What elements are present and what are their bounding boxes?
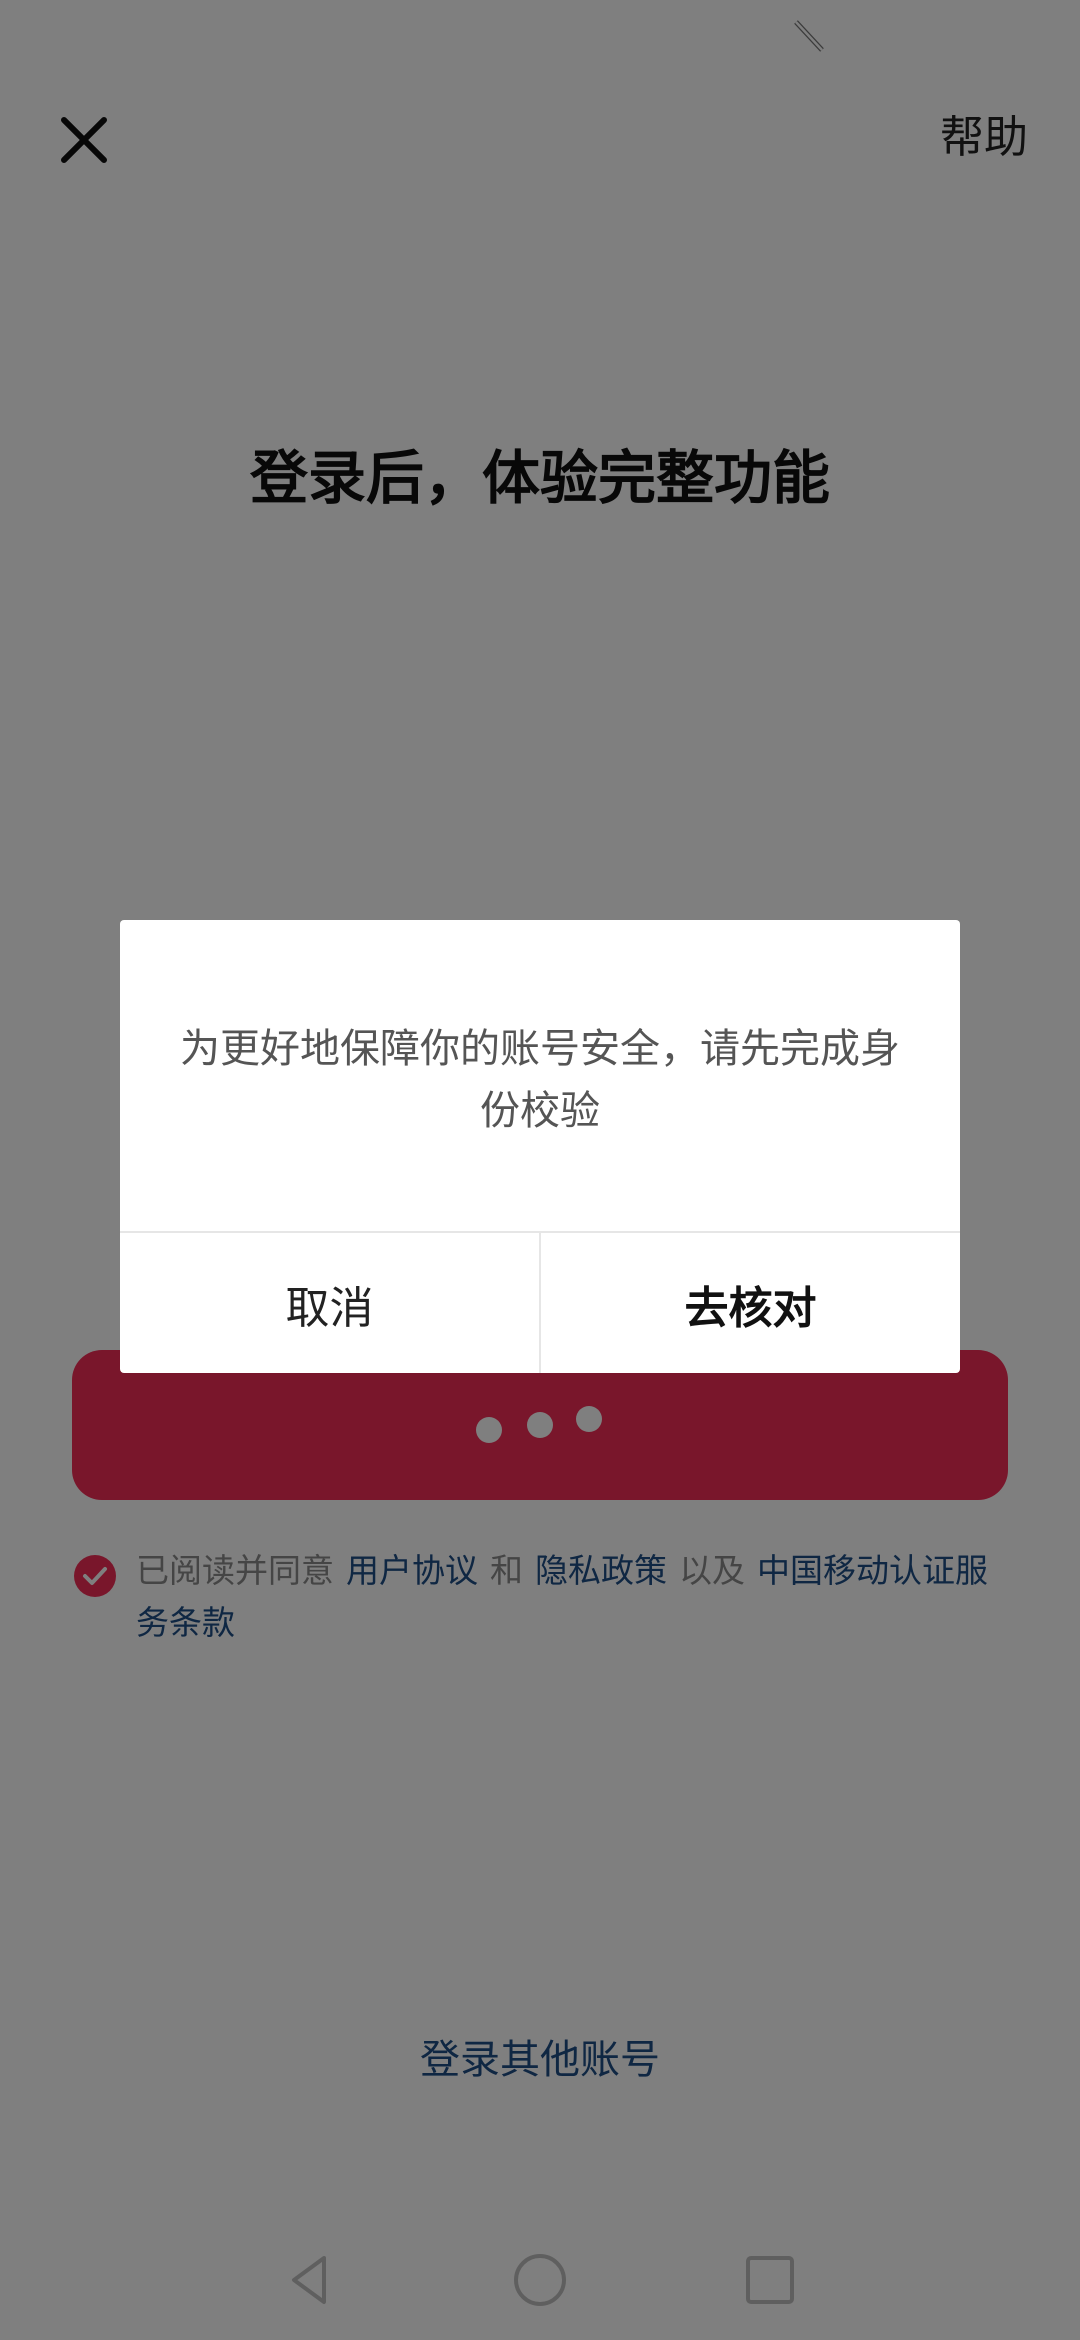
cancel-button[interactable]: 取消 [120, 1233, 539, 1373]
verify-button[interactable]: 去核对 [539, 1233, 960, 1373]
dialog-actions: 取消 去核对 [120, 1231, 960, 1373]
verification-dialog: 为更好地保障你的账号安全，请先完成身份校验 取消 去核对 [120, 920, 960, 1373]
dialog-message: 为更好地保障你的账号安全，请先完成身份校验 [180, 1026, 900, 1134]
